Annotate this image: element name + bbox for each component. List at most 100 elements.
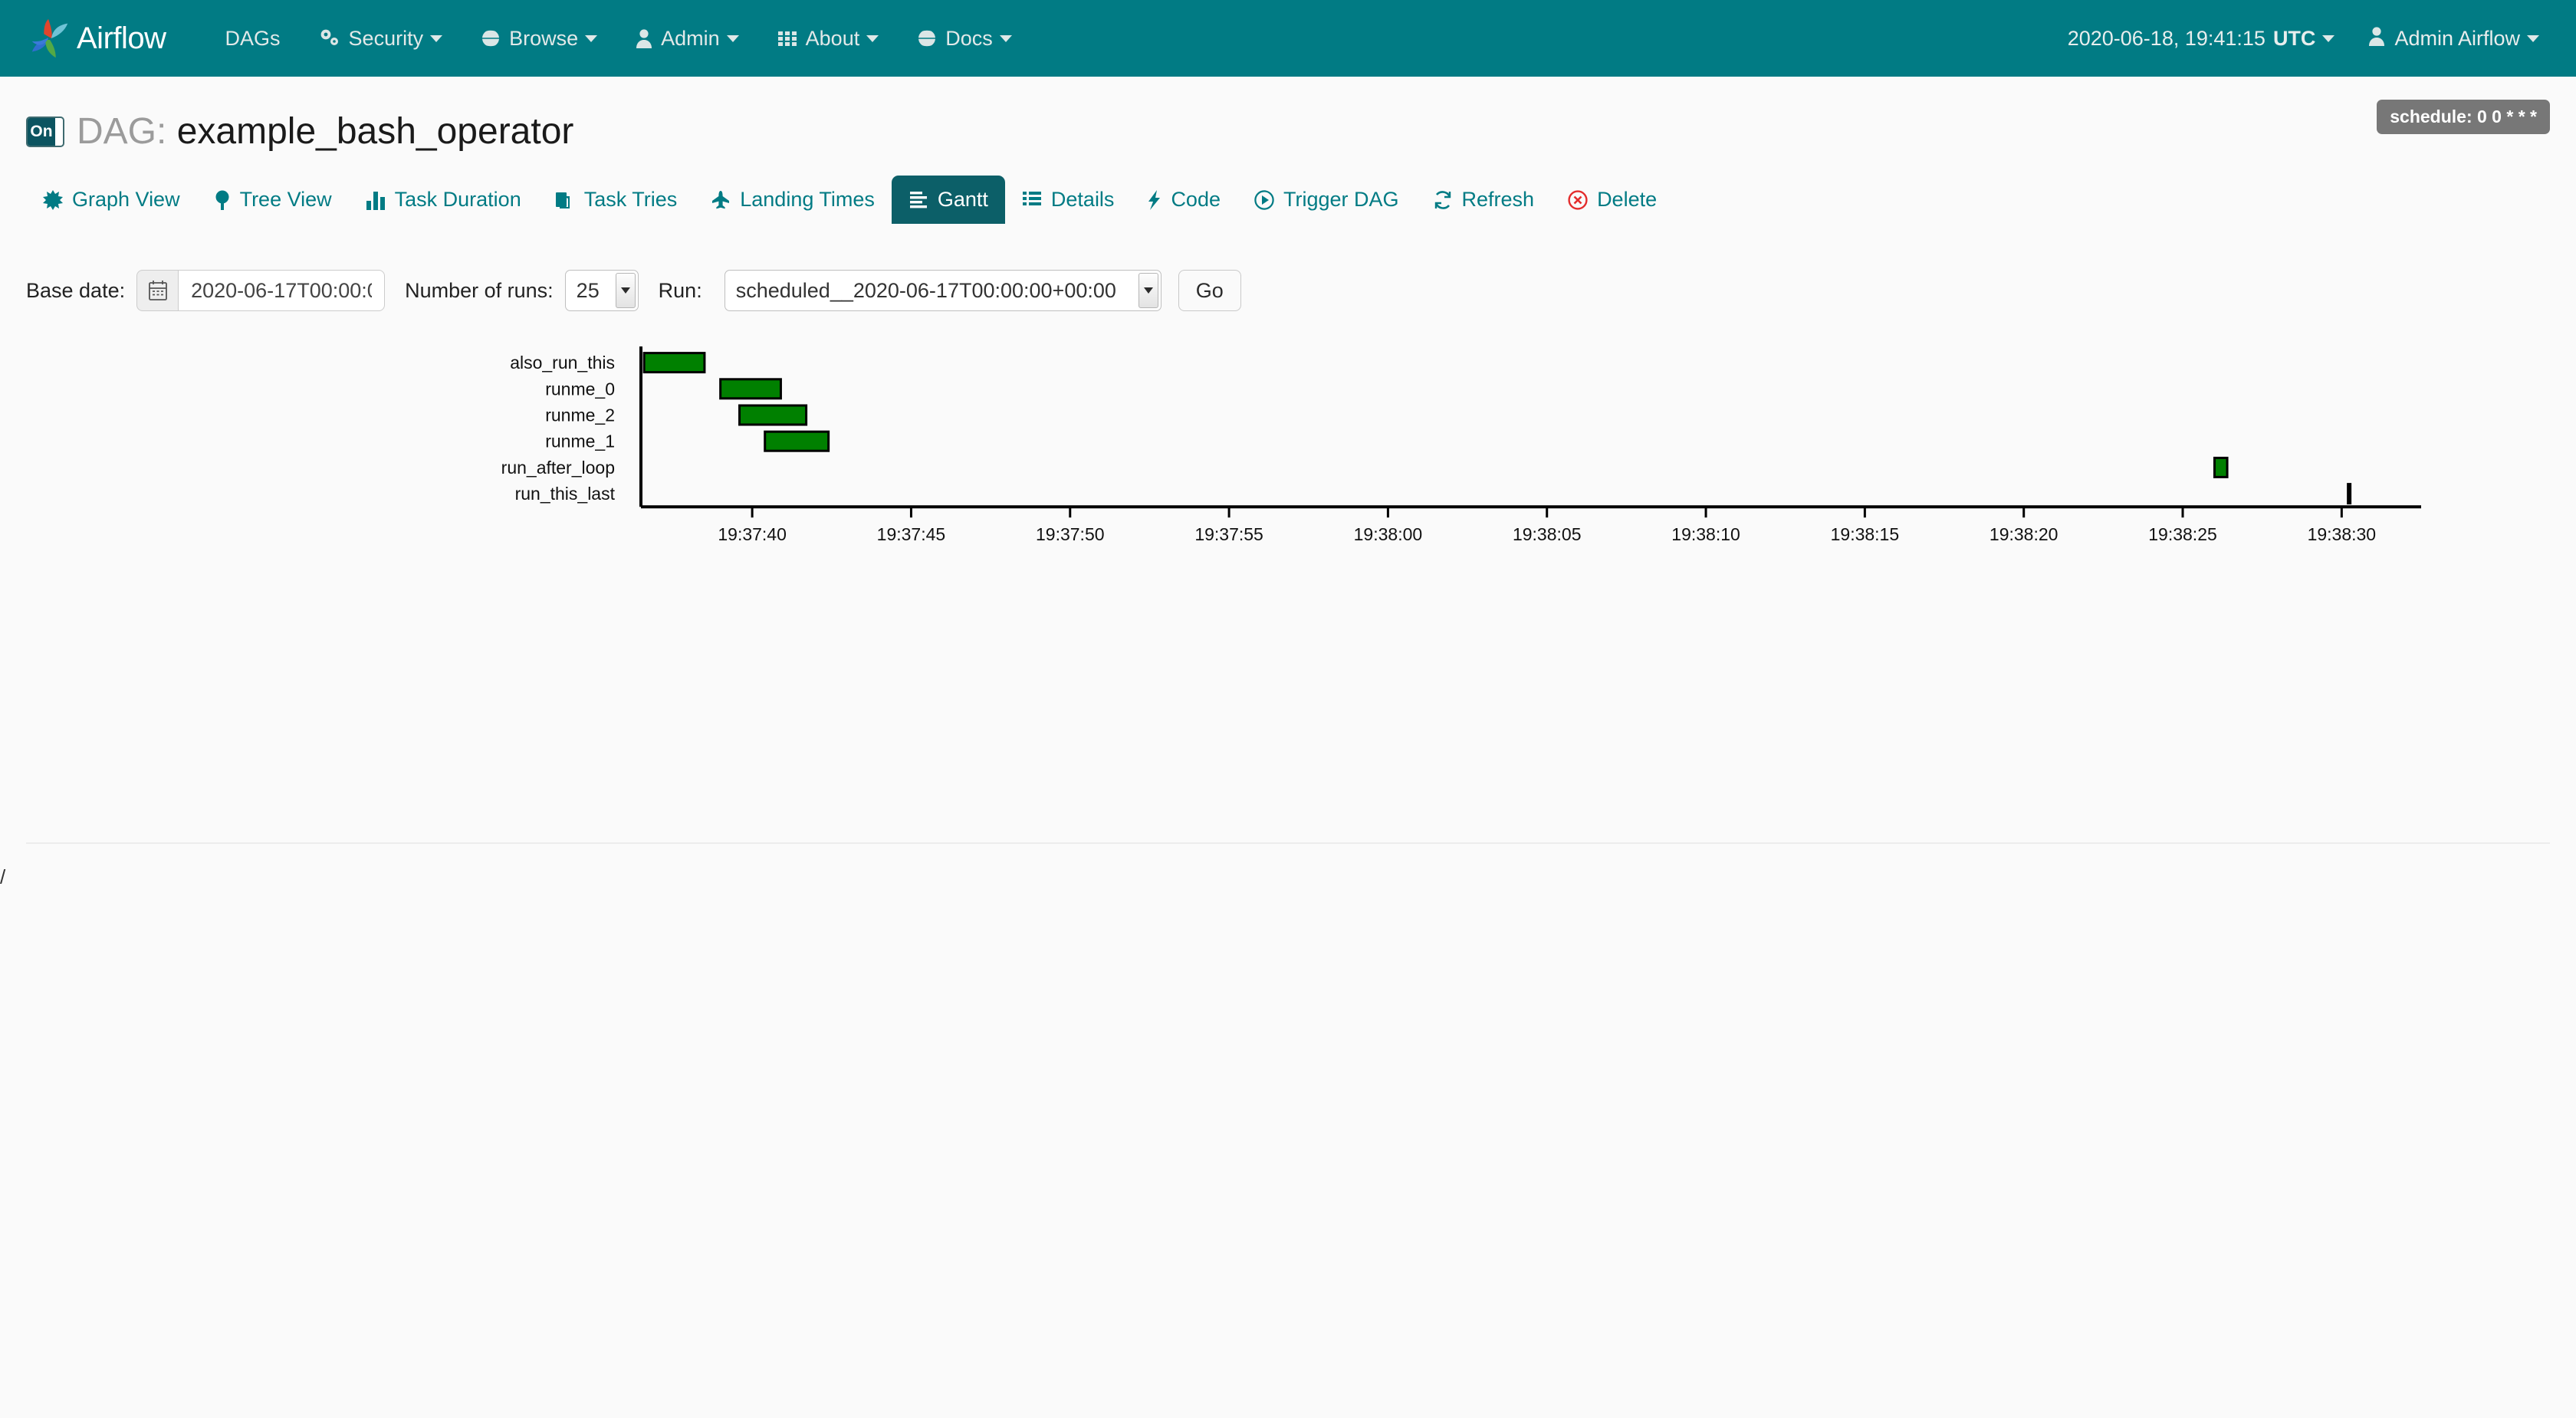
tab-label: Refresh [1462,188,1535,212]
dag-view-tabs: Graph View Tree View Task Duration Task … [26,176,2550,224]
tree-icon [214,190,231,210]
gantt-chart: also_run_thisrunme_0runme_2runme_1run_af… [26,343,2550,650]
gantt-task-label: runme_1 [545,432,615,451]
asterisk-icon [43,190,63,210]
gantt-x-tick-label: 19:37:40 [718,524,787,544]
tab-label: Graph View [72,188,180,212]
tab-landing-times[interactable]: Landing Times [694,176,892,224]
globe-icon [917,28,937,48]
user-menu[interactable]: Admin Airflow [2351,26,2550,51]
refresh-icon [1433,190,1453,210]
gantt-x-tick-label: 19:38:00 [1354,524,1423,544]
list-icon [1022,191,1042,209]
nav-item-docs[interactable]: Docs [898,0,1031,77]
tab-label: Details [1051,188,1115,212]
tab-tree-view[interactable]: Tree View [197,176,349,224]
base-date-group [136,270,385,311]
dag-pause-toggle-label: On [28,118,55,146]
tab-trigger-dag[interactable]: Trigger DAG [1237,176,1416,224]
top-navbar: Airflow DAGs Security Browse [0,0,2576,77]
play-circle-icon [1254,190,1274,210]
bar-chart-icon [366,190,386,210]
user-name: Admin Airflow [2394,27,2520,51]
nav-item-about[interactable]: About [758,0,899,77]
gantt-task-label: runme_0 [545,379,615,399]
gantt-x-tick-label: 19:38:10 [1671,524,1740,544]
tab-gantt[interactable]: Gantt [892,176,1005,224]
stray-text: / [0,865,5,889]
gantt-controls: Base date: Number of runs: 25 Run: sc [26,270,2550,311]
tab-label: Trigger DAG [1283,188,1399,212]
times-circle-icon [1568,190,1588,210]
tab-refresh[interactable]: Refresh [1416,176,1552,224]
gantt-task-label: runme_2 [545,405,615,425]
base-date-input[interactable] [178,270,385,311]
number-of-runs-select[interactable]: 25 [565,270,639,311]
chevron-down-icon [727,35,739,42]
chevron-down-icon [2527,35,2539,42]
gantt-x-tick-label: 19:38:25 [2148,524,2217,544]
page-title-row: On DAG: example_bash_operator schedule: … [26,110,2550,153]
nav-item-dags[interactable]: DAGs [206,0,300,77]
chevron-down-icon [2322,35,2334,42]
nav-item-security[interactable]: Security [300,0,462,77]
tab-task-duration[interactable]: Task Duration [349,176,538,224]
gantt-x-tick-label: 19:38:30 [2308,524,2377,544]
page-title-dag-name: example_bash_operator [177,111,574,152]
gantt-x-tick-label: 19:38:15 [1831,524,1900,544]
user-icon [636,28,652,48]
gantt-bar-also_run_this[interactable] [644,353,705,373]
brand-link[interactable]: Airflow [26,15,166,62]
nav-item-label: Security [349,27,424,51]
clock-datetime: 2020-06-18, 19:41:15 [2068,27,2266,51]
tab-label: Delete [1597,188,1657,212]
dag-pause-toggle[interactable]: On [26,117,64,147]
tab-task-tries[interactable]: Task Tries [538,176,695,224]
base-date-label: Base date: [26,279,125,303]
navbar-right: 2020-06-18, 19:41:15 UTC Admin Airflow [2051,26,2550,51]
gantt-x-tick-label: 19:37:50 [1036,524,1105,544]
gantt-bar-runme_0[interactable] [721,379,781,399]
gantt-bar-runme_1[interactable] [765,432,829,451]
grid-icon [777,28,797,48]
nav-item-admin[interactable]: Admin [616,0,758,77]
calendar-icon[interactable] [136,270,178,311]
gantt-x-tick-label: 19:38:05 [1513,524,1582,544]
copy-icon [555,190,575,210]
tab-label: Task Duration [395,188,521,212]
bolt-icon [1148,190,1162,210]
tab-graph-view[interactable]: Graph View [26,176,197,224]
chevron-down-icon [866,35,879,42]
schedule-badge: schedule: 0 0 * * * [2377,100,2550,134]
nav-item-label: About [806,27,860,51]
number-of-runs-select-wrap: 25 [565,270,639,311]
content-divider [26,842,2550,844]
nav-item-browse[interactable]: Browse [462,0,616,77]
gantt-bar-run_this_last[interactable] [2348,484,2351,504]
go-button[interactable]: Go [1178,270,1241,311]
nav-item-label: Browse [509,27,578,51]
number-of-runs-label: Number of runs: [405,279,554,303]
plane-icon [711,190,731,210]
run-select[interactable]: scheduled__2020-06-17T00:00:00+00:00 [724,270,1162,311]
run-label: Run: [659,279,702,303]
tab-label: Task Tries [584,188,678,212]
tab-label: Gantt [938,188,988,212]
tab-delete[interactable]: Delete [1551,176,1674,224]
page-container: On DAG: example_bash_operator schedule: … [0,110,2576,650]
chevron-down-icon [1000,35,1012,42]
globe-icon [481,28,501,48]
tab-label: Code [1171,188,1221,212]
page-title: DAG: example_bash_operator [77,110,573,153]
gantt-bar-run_after_loop[interactable] [2214,458,2227,477]
utc-clock[interactable]: 2020-06-18, 19:41:15 UTC [2051,27,2352,51]
gantt-x-tick-label: 19:38:20 [1990,524,2058,544]
tab-code[interactable]: Code [1131,176,1237,224]
gantt-bar-runme_2[interactable] [740,405,807,425]
tab-details[interactable]: Details [1005,176,1132,224]
airflow-pinwheel-logo-icon [26,15,74,62]
gantt-task-label: run_this_last [515,484,616,504]
gantt-task-label: run_after_loop [501,458,615,478]
chevron-down-icon [430,35,442,42]
gantt-svg[interactable]: also_run_thisrunme_0runme_2runme_1run_af… [26,343,2479,650]
